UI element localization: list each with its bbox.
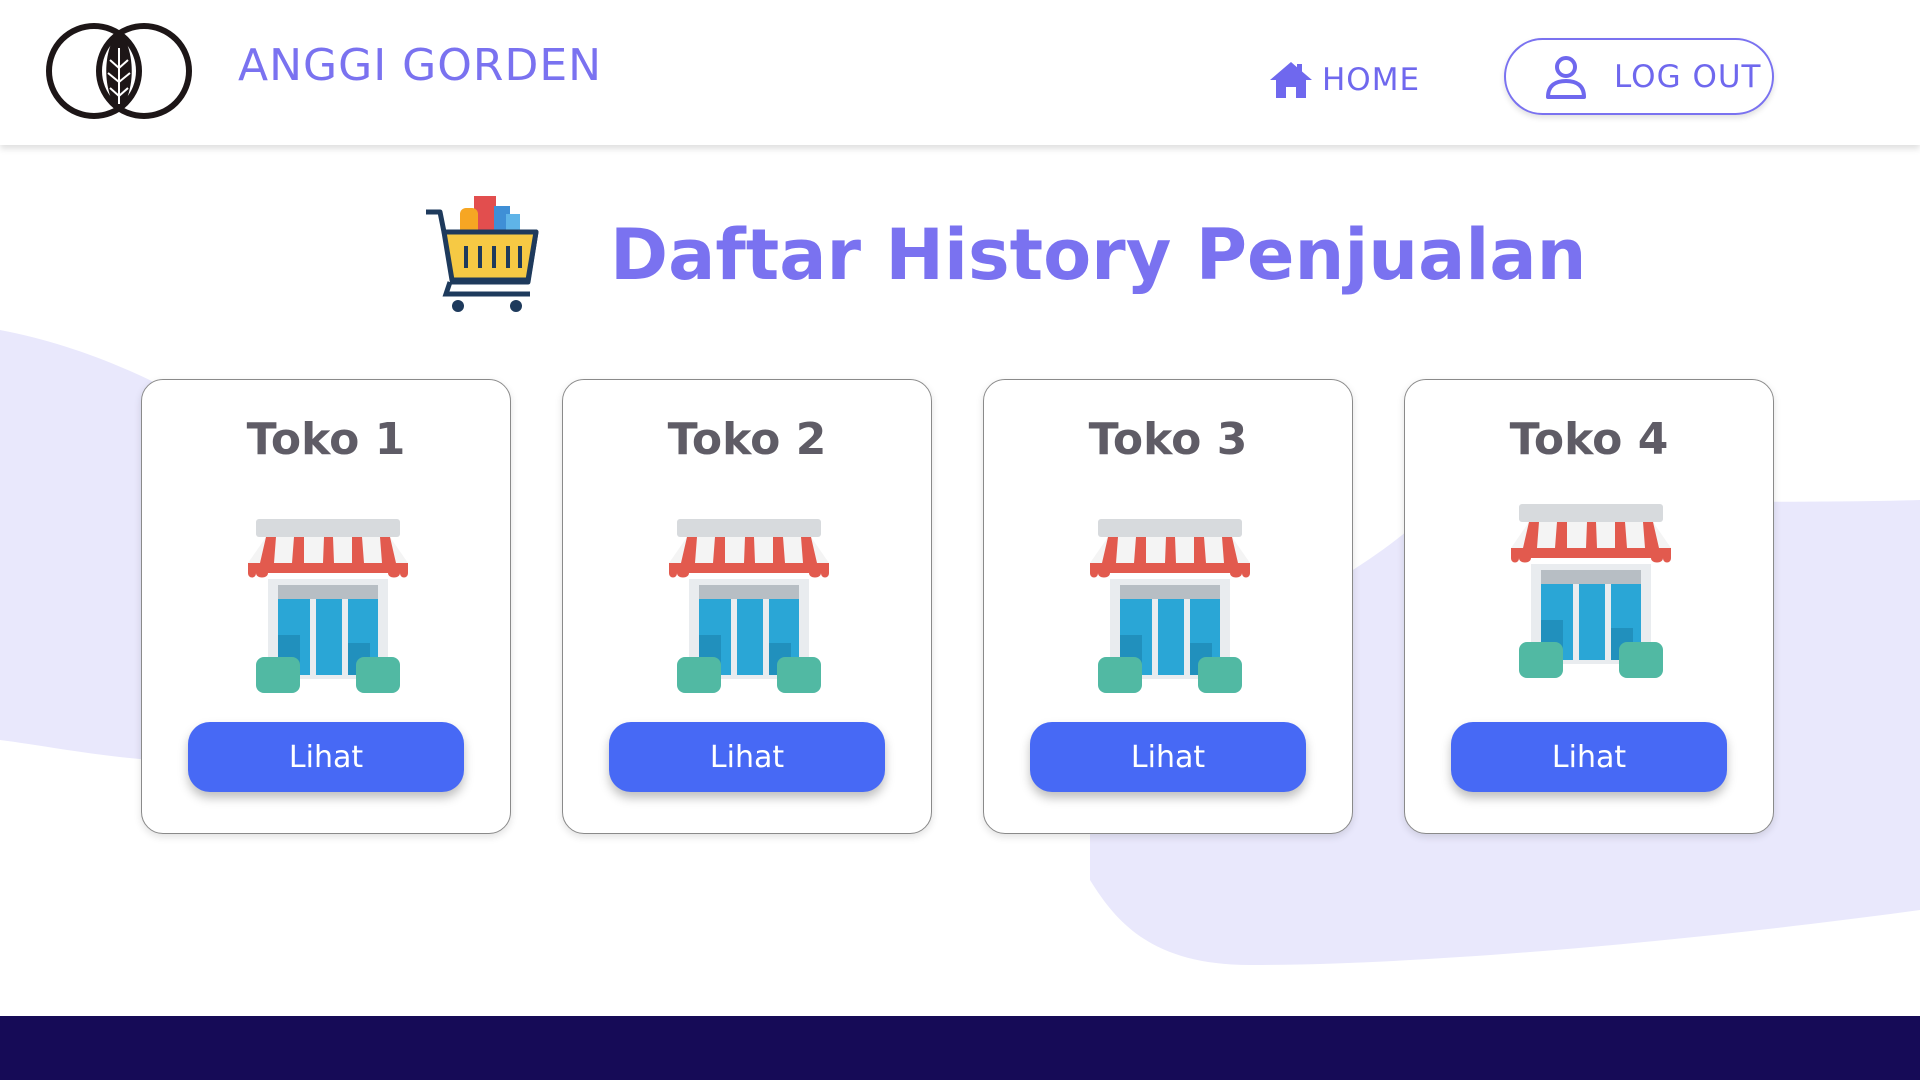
logout-button[interactable]: LOG OUT	[1504, 38, 1774, 115]
store-card: Toko 2 Lihat	[562, 379, 932, 834]
page: ANGGI GORDEN HOME LOG OUT Daftar History…	[0, 0, 1920, 1080]
logout-label: LOG OUT	[1614, 58, 1762, 95]
store-card: Toko 4 Lihat	[1404, 379, 1774, 834]
nav-home-label: HOME	[1322, 62, 1421, 98]
store-card: Toko 1 Lihat	[141, 379, 511, 834]
storefront-icon	[1090, 519, 1250, 693]
nav-home-link[interactable]: HOME	[1268, 60, 1420, 100]
lihat-button[interactable]: Lihat	[188, 722, 464, 792]
lihat-button[interactable]: Lihat	[1451, 722, 1727, 792]
store-cards: Toko 1 Lihat Toko 2 Lihat Toko 3 Lihat T…	[141, 379, 1774, 834]
shopping-cart-icon	[426, 196, 539, 312]
page-title: Daftar History Penjualan	[610, 214, 1587, 296]
leaf-rings-logo[interactable]	[44, 20, 194, 122]
house-icon	[1270, 62, 1312, 98]
footer	[0, 1016, 1920, 1080]
store-name: Toko 3	[1088, 414, 1248, 465]
navbar: ANGGI GORDEN HOME LOG OUT	[0, 0, 1920, 145]
store-card: Toko 3 Lihat	[983, 379, 1353, 834]
store-name: Toko 1	[246, 414, 406, 465]
lihat-button[interactable]: Lihat	[609, 722, 885, 792]
storefront-icon	[248, 519, 408, 693]
page-heading: Daftar History Penjualan	[420, 190, 1586, 320]
lihat-button[interactable]: Lihat	[1030, 722, 1306, 792]
storefront-icon	[669, 519, 829, 693]
user-icon	[1546, 55, 1586, 99]
brand-name[interactable]: ANGGI GORDEN	[238, 40, 602, 91]
store-name: Toko 4	[1509, 414, 1669, 465]
store-name: Toko 2	[667, 414, 827, 465]
storefront-icon	[1511, 504, 1671, 678]
